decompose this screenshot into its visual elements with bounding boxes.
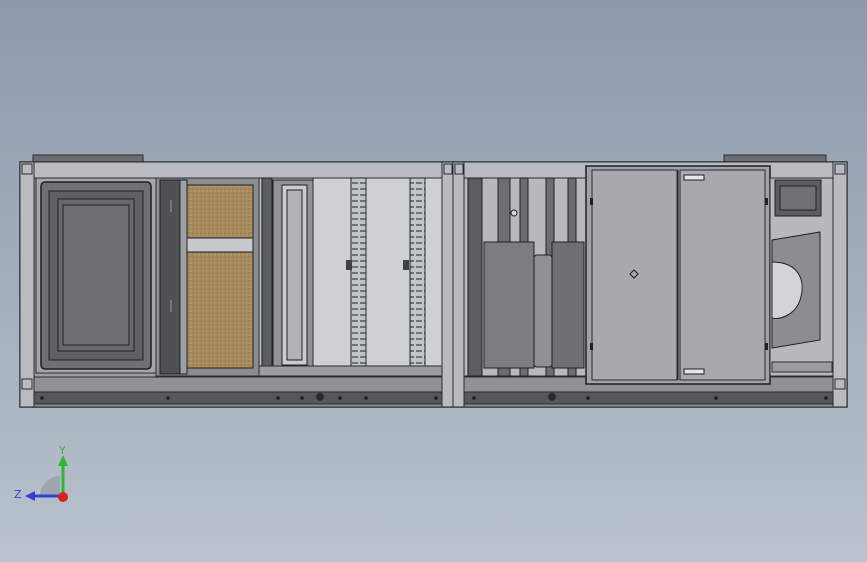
axis-triad: Y Z <box>14 444 68 502</box>
access-door-section <box>35 177 157 374</box>
door-handle-top[interactable] <box>683 174 705 181</box>
compressor-tank <box>533 254 553 368</box>
fan-door-section <box>585 165 771 385</box>
filter-panel-upper <box>186 184 254 239</box>
base-channel-left <box>33 391 443 405</box>
z-axis-label: Z <box>14 488 22 501</box>
drain-port-right <box>548 393 556 401</box>
cad-viewport[interactable] <box>0 0 867 562</box>
filter-section <box>155 177 260 377</box>
filter-panel-lower <box>186 251 254 369</box>
coil-section <box>258 177 443 377</box>
fan-section <box>769 177 834 377</box>
x-axis-point <box>58 492 68 502</box>
base-channel-right <box>463 391 835 405</box>
compressor-body <box>483 241 535 369</box>
z-axis-arrowhead <box>25 491 35 501</box>
ahu-model[interactable] <box>19 154 848 408</box>
y-axis-label: Y <box>58 444 66 457</box>
frame-post-left <box>19 161 35 408</box>
coil-fins-1 <box>350 177 367 377</box>
compressor-section <box>463 177 587 377</box>
door-handle-bottom[interactable] <box>683 368 705 375</box>
coil-fins-2 <box>409 177 426 377</box>
drain-port-left <box>316 393 324 401</box>
frame-post-right <box>832 161 848 408</box>
